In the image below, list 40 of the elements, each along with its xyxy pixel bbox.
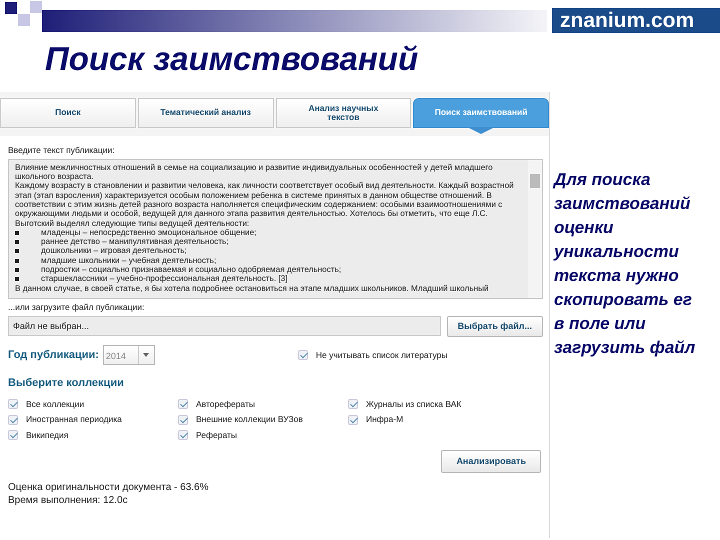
checkbox-label: Все коллекции (26, 398, 84, 410)
decor-square (30, 1, 42, 13)
caret-icon (143, 353, 150, 357)
slide-title: Поиск заимствований (45, 39, 418, 79)
tab[interactable]: Поиск (0, 98, 136, 128)
checkbox-label: Журналы из списка ВАК (366, 398, 462, 410)
tab[interactable]: Анализ научных текстов (276, 98, 412, 128)
field-label: ...или загрузите файл публикации: (8, 300, 146, 314)
checkbox[interactable] (178, 430, 188, 440)
checkbox[interactable] (8, 398, 18, 409)
checkbox[interactable] (8, 414, 18, 425)
checkbox[interactable] (178, 398, 188, 409)
checkbox-label: Авторефераты (196, 398, 255, 410)
checkbox-label: Википедия (26, 429, 68, 442)
decor-square (18, 14, 30, 26)
site-logo[interactable]: znanium.com (552, 8, 720, 33)
checkbox[interactable] (348, 398, 358, 409)
result-text: Время выполнения: 12.0с (8, 494, 129, 508)
section-title: Выберите коллекции (8, 376, 125, 391)
field-label: Введите текст публикации: (8, 144, 116, 157)
analyze-button[interactable]: Анализировать (441, 450, 541, 474)
checkbox[interactable] (298, 350, 308, 360)
checkbox-label: Инфра-М (366, 413, 404, 426)
decor-square (5, 2, 17, 14)
scrollbar-thumb[interactable] (530, 174, 540, 188)
checkbox[interactable] (348, 414, 358, 425)
checkbox[interactable] (8, 430, 18, 440)
choose-file-button[interactable]: Выбрать файл... (446, 316, 543, 337)
text-input-field[interactable]: Влияние межличностных отношений в семье на социализацию и развитие индивидуальных особенностей у детей младшего школьного возраста. Каждому возрасту в становлении и развитии человека, как личности соответствует особый вид деятельности. Каждый возрастной этап (этап взросления) характеризуется особым положением ребенка в системе принятых в данном обществе отношений. В соответствии с этим жизнь детей разного возраста наполняется специфическим содержанием: особыми взаимоотношениями с окружающими людьми и особой, ведущей для данного этапа развития деятельностью. Хотелось бы отметить, что еще Л.С. Выготский выделял следующие типы ведущей деятельности: младенцы – непосредственно эмоциональное общение; раннее детство – манипулятивная деятельность; дошкольники – игровая деятельность; младшие школьники – учебная деятельность; подростки – социально признаваемая и социально одобряемая деятельность; старшеклассники – учебно-профессиональная деятельность. [3] В данном случае, в своей статье, я бы хотела подробнее остановиться на этапе младших школьников. Младший школьный (8, 158, 543, 299)
year-label: Год публикации: (8, 348, 99, 363)
description-text: Для поиска заимствований оценки уникальности текста нужно скопировать ег в поле или загрузить файл (554, 169, 696, 359)
file-name-field[interactable]: Файл не выбран... (8, 316, 441, 336)
tab-pointer-icon (467, 127, 496, 134)
checkbox-label: Внешние коллекции ВУЗов (196, 413, 303, 426)
checkbox-label: Не учитывать список литературы (316, 348, 448, 362)
checkbox-label: Иностранная периодика (26, 413, 122, 426)
result-text: Оценка оригинальности документа - 63.6% (8, 481, 210, 494)
checkbox-label: Рефераты (196, 429, 238, 442)
checkbox[interactable] (178, 414, 188, 425)
tab[interactable]: Тематический анализ (138, 98, 274, 128)
